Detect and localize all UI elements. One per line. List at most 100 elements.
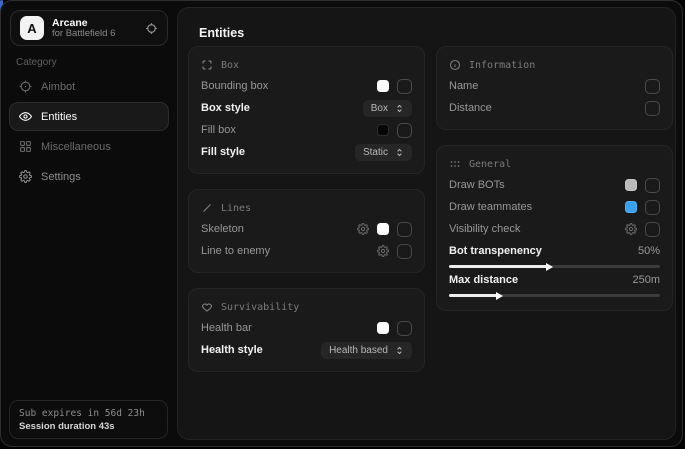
bot-transparency-slider[interactable] <box>449 265 660 268</box>
eye-icon <box>19 110 32 123</box>
column-left: Box Bounding box Box style Box <box>188 46 425 372</box>
setting-label: Skeleton <box>201 223 244 235</box>
crosshair-icon[interactable] <box>145 22 158 35</box>
setting-row-draw-teammates: Draw teammates <box>449 196 660 218</box>
main-content: Entities Box Bounding box <box>177 7 676 440</box>
sidebar-item-miscellaneous[interactable]: Miscellaneous <box>9 132 169 161</box>
line-to-enemy-checkbox[interactable] <box>397 244 412 259</box>
panel-header-label: General <box>469 159 511 170</box>
setting-label: Fill style <box>201 146 245 158</box>
dropdown-value: Static <box>363 147 388 158</box>
gear-icon <box>19 170 32 183</box>
panel-box: Box Bounding box Box style Box <box>188 46 425 174</box>
dropdown-value: Box <box>371 103 388 114</box>
health-bar-checkbox[interactable] <box>397 321 412 336</box>
chevron-updown-icon <box>395 346 404 355</box>
setting-row-distance: Distance <box>449 97 660 119</box>
slider-value: 50% <box>638 245 660 257</box>
setting-row-draw-bots: Draw BOTs <box>449 174 660 196</box>
app-card: A Arcane for Battlefield 6 <box>10 10 168 46</box>
distance-checkbox[interactable] <box>645 101 660 116</box>
panel-lines: Lines Skeleton <box>188 189 425 273</box>
health-style-dropdown[interactable]: Health based <box>321 342 412 359</box>
setting-label: Box style <box>201 102 250 114</box>
panel-header-label: Survivability <box>221 302 299 313</box>
setting-label: Distance <box>449 102 492 114</box>
dots-grid-icon <box>449 158 461 170</box>
sub-expiry-text: Sub expires in 56d 23h <box>19 408 158 419</box>
max-distance-slider[interactable] <box>449 294 660 297</box>
setting-row-bot-transparency: Bot transpenency 50% <box>449 242 660 268</box>
color-swatch[interactable] <box>625 179 637 191</box>
draw-bots-checkbox[interactable] <box>645 178 660 193</box>
fill-box-checkbox[interactable] <box>397 123 412 138</box>
color-swatch[interactable] <box>625 201 637 213</box>
page-title: Entities <box>199 26 244 40</box>
setting-row-bounding-box: Bounding box <box>201 75 412 97</box>
color-swatch[interactable] <box>377 322 389 334</box>
slider-thumb[interactable] <box>496 292 503 300</box>
setting-label: Visibility check <box>449 223 520 235</box>
sidebar-item-label: Entities <box>41 111 77 123</box>
slider-fill <box>449 294 498 297</box>
sidebar-item-label: Aimbot <box>41 81 75 93</box>
screen: A Arcane for Battlefield 6 Category <box>0 0 685 449</box>
category-label: Category <box>16 57 57 68</box>
panel-information: Information Name Distance <box>436 46 673 130</box>
color-swatch[interactable] <box>377 124 389 136</box>
app-subtitle: for Battlefield 6 <box>52 29 115 40</box>
column-right: Information Name Distance <box>436 46 673 311</box>
app-title: Arcane <box>52 17 115 29</box>
info-icon <box>449 59 461 71</box>
session-duration-text: Session duration 43s <box>19 421 158 432</box>
setting-label: Max distance <box>449 274 518 286</box>
setting-row-skeleton: Skeleton <box>201 218 412 240</box>
setting-row-box-style: Box style Box <box>201 97 412 119</box>
sidebar-nav: Aimbot Entities <box>9 72 169 191</box>
setting-row-health-style: Health style Health based <box>201 339 412 361</box>
chevron-updown-icon <box>395 104 404 113</box>
setting-row-max-distance: Max distance 250m <box>449 271 660 297</box>
setting-label: Draw BOTs <box>449 179 505 191</box>
setting-label: Health style <box>201 344 263 356</box>
panel-header-label: Lines <box>221 203 251 214</box>
color-swatch[interactable] <box>377 80 389 92</box>
sidebar-item-settings[interactable]: Settings <box>9 162 169 191</box>
grid-icon <box>19 140 32 153</box>
setting-label: Name <box>449 80 478 92</box>
skeleton-gear-icon[interactable] <box>357 223 369 235</box>
sidebar-item-entities[interactable]: Entities <box>9 102 169 131</box>
fill-style-dropdown[interactable]: Static <box>355 144 412 161</box>
line-icon <box>201 202 213 214</box>
draw-teammates-checkbox[interactable] <box>645 200 660 215</box>
slider-thumb[interactable] <box>546 263 553 271</box>
box-style-dropdown[interactable]: Box <box>363 100 412 117</box>
panel-header-label: Information <box>469 60 535 71</box>
setting-label: Draw teammates <box>449 201 532 213</box>
setting-row-health-bar: Health bar <box>201 317 412 339</box>
panel-survivability: Survivability Health bar Health style <box>188 288 425 372</box>
bounding-box-checkbox[interactable] <box>397 79 412 94</box>
aimbot-crosshair-icon <box>19 80 32 93</box>
visibility-gear-icon[interactable] <box>625 223 637 235</box>
line-to-enemy-gear-icon[interactable] <box>377 245 389 257</box>
setting-row-name: Name <box>449 75 660 97</box>
setting-row-line-to-enemy: Line to enemy <box>201 240 412 262</box>
sidebar-item-aimbot[interactable]: Aimbot <box>9 72 169 101</box>
heart-icon <box>201 301 213 313</box>
chevron-updown-icon <box>395 148 404 157</box>
setting-label: Fill box <box>201 124 236 136</box>
name-checkbox[interactable] <box>645 79 660 94</box>
skeleton-checkbox[interactable] <box>397 222 412 237</box>
panel-header-label: Box <box>221 60 239 71</box>
subscription-card: Sub expires in 56d 23h Session duration … <box>9 400 168 439</box>
box-corners-icon <box>201 59 213 71</box>
sidebar-item-label: Settings <box>41 171 81 183</box>
color-swatch[interactable] <box>377 223 389 235</box>
setting-label: Health bar <box>201 322 252 334</box>
sidebar-item-label: Miscellaneous <box>41 141 111 153</box>
setting-row-visibility-check: Visibility check <box>449 218 660 240</box>
sidebar: A Arcane for Battlefield 6 Category <box>1 1 177 446</box>
app-avatar: A <box>20 16 44 40</box>
visibility-check-checkbox[interactable] <box>645 222 660 237</box>
